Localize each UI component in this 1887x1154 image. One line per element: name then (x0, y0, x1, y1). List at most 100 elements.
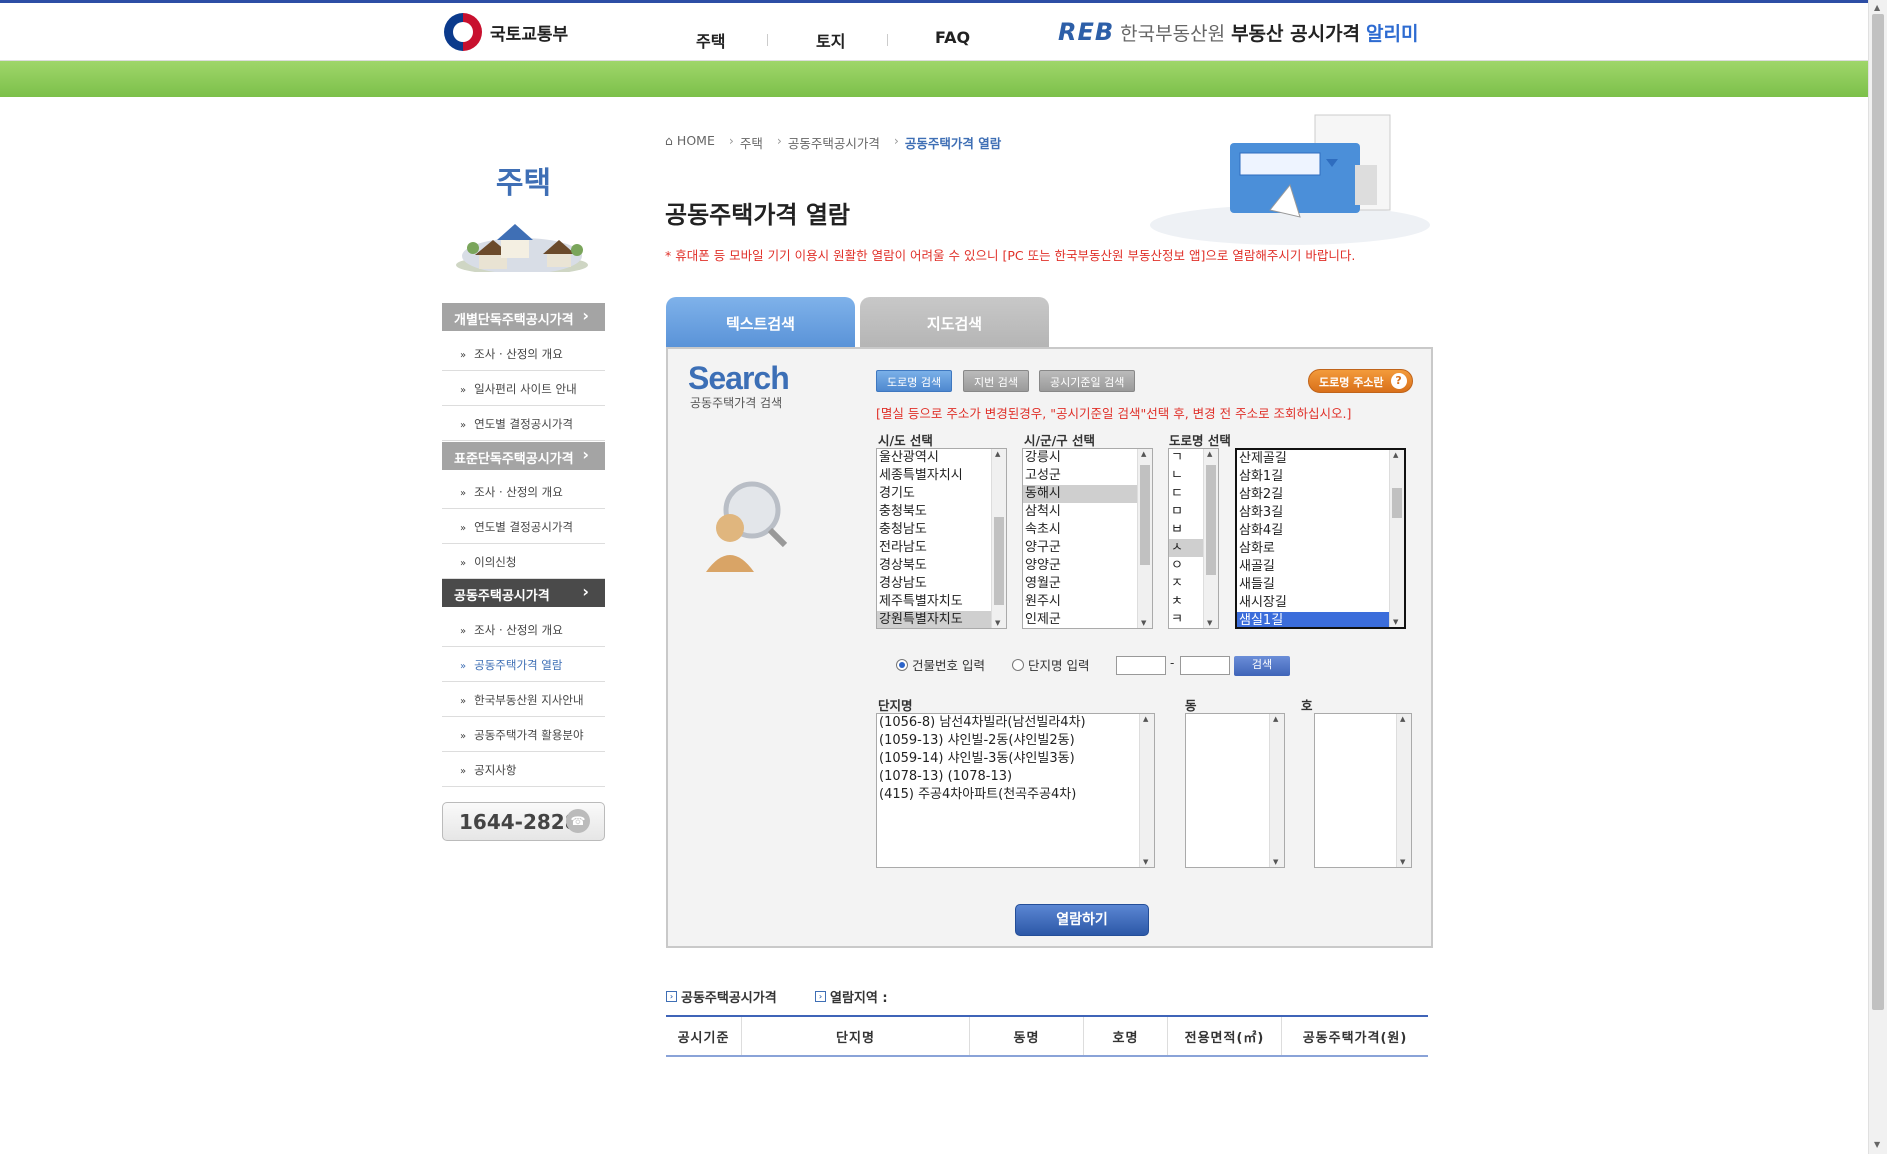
listbox-scrollbar[interactable]: ▲ ▼ (1203, 449, 1218, 628)
radio-building-number[interactable]: 건물번호 입력 (896, 655, 985, 674)
scroll-down-icon[interactable]: ▼ (1874, 1140, 1880, 1149)
sidebar-group-individual-house[interactable]: 개별단독주택공시가격 (442, 303, 605, 331)
list-option[interactable]: 삼화3길 (1237, 504, 1404, 522)
sidebar-item-ilsa-site[interactable]: 일사편리 사이트 안내 (442, 371, 605, 406)
ho-listbox[interactable]: ▲ ▼ (1314, 713, 1412, 868)
list-option[interactable]: 강원특별자치도 (877, 611, 1006, 628)
list-option[interactable]: 산제골길 (1237, 450, 1404, 468)
nav-faq[interactable]: FAQ (935, 28, 970, 47)
sidebar-group-apartment[interactable]: 공동주택공시가격 (442, 579, 605, 607)
list-option[interactable]: 새들길 (1237, 576, 1404, 594)
list-option[interactable]: 새시장길 (1237, 594, 1404, 612)
breadcrumb-apartment-price[interactable]: 공동주택공시가격 (788, 133, 880, 152)
listbox-scrollbar[interactable]: ▲ ▼ (991, 449, 1006, 628)
list-option[interactable]: 삼척시 (1023, 503, 1152, 521)
list-option[interactable]: 세종특별자치시 (877, 467, 1006, 485)
listbox-scrollbar[interactable]: ▲ ▼ (1396, 714, 1411, 867)
scroll-up-icon[interactable]: ▲ (1874, 3, 1880, 12)
tab-text-search[interactable]: 텍스트검색 (666, 297, 855, 347)
list-option[interactable]: 삼화1길 (1237, 468, 1404, 486)
reference-date-search-button[interactable]: 공시기준일 검색 (1039, 370, 1136, 392)
sidebar-item-notices[interactable]: 공지사항 (442, 752, 605, 787)
list-option[interactable]: 영월군 (1023, 575, 1152, 593)
list-option[interactable]: 고성군 (1023, 467, 1152, 485)
sidebar-item-branch-info[interactable]: 한국부동산원 지사안내 (442, 682, 605, 717)
list-option[interactable]: 강릉시 (1023, 449, 1152, 467)
nav-land[interactable]: 토지 (816, 28, 845, 52)
building-number-sub-input[interactable] (1180, 656, 1230, 675)
road-name-search-button[interactable]: 도로명 검색 (876, 370, 953, 392)
road-address-info-button[interactable]: 도로명 주소란 ? (1308, 369, 1413, 393)
list-option[interactable]: 경상남도 (877, 575, 1006, 593)
tab-map-search[interactable]: 지도검색 (860, 297, 1049, 347)
list-option[interactable]: 양양군 (1023, 557, 1152, 575)
list-option[interactable]: 삼화로 (1237, 540, 1404, 558)
houses-illustration (456, 224, 588, 272)
sidebar-item-survey-overview[interactable]: 조사 · 산정의 개요 (442, 474, 605, 509)
results-table-header: 공시기준 단지명 동명 호명 전용면적(㎡) 공동주택가격(원) (666, 1015, 1428, 1057)
column-header: 호명 (1084, 1017, 1168, 1055)
list-option[interactable]: 충청남도 (877, 521, 1006, 539)
list-option[interactable]: 속초시 (1023, 521, 1152, 539)
list-option[interactable]: 원주시 (1023, 593, 1152, 611)
ministry-name: 국토교통부 (490, 24, 569, 45)
breadcrumb-home[interactable]: ⌂ HOME (665, 133, 715, 152)
list-option[interactable]: 삼화2길 (1237, 486, 1404, 504)
sidebar-item-survey-overview[interactable]: 조사 · 산정의 개요 (442, 336, 605, 371)
page-title: 공동주택가격 열람 (665, 201, 850, 229)
radio-button[interactable] (896, 658, 908, 671)
sidebar-group-standard-house[interactable]: 표준단독주택공시가격 (442, 442, 605, 470)
list-option[interactable]: 경상북도 (877, 557, 1006, 575)
list-option[interactable]: 삼화4길 (1237, 522, 1404, 540)
radio-complex-name[interactable]: 단지명 입력 (1012, 655, 1089, 674)
road-name-listbox[interactable]: 산제골길 삼화1길 삼화2길 삼화3길 삼화4길 삼화로 새골길 새들길 새시장길 샘실1길 ▲ ▼ (1235, 448, 1406, 629)
list-option[interactable]: 충청북도 (877, 503, 1006, 521)
list-option[interactable]: (1059-13) 샤인빌-2동(샤인빌2동) (877, 732, 1154, 750)
list-option[interactable]: (415) 주공4차아파트(천곡주공4차) (877, 786, 1154, 804)
listbox-scrollbar[interactable]: ▲ ▼ (1139, 714, 1154, 867)
site-header (0, 3, 1868, 61)
sidebar-item-objection[interactable]: 이의신청 (442, 544, 605, 579)
sido-listbox[interactable]: 울산광역시 세종특별자치시 경기도 충청북도 충청남도 전라남도 경상북도 경상남도 제주특별자… (876, 448, 1007, 629)
list-option[interactable]: 새골길 (1237, 558, 1404, 576)
list-option[interactable]: 동해시 (1023, 485, 1152, 503)
sidebar-item-yearly-price[interactable]: 연도별 결정공시가격 (442, 406, 605, 441)
sidebar-item-survey-overview[interactable]: 조사 · 산정의 개요 (442, 612, 605, 647)
search-button[interactable]: 검색 (1234, 656, 1290, 676)
sidebar-item-price-usage[interactable]: 공동주택가격 활용분야 (442, 717, 605, 752)
list-option[interactable]: 경기도 (877, 485, 1006, 503)
sigungu-listbox[interactable]: 강릉시 고성군 동해시 삼척시 속초시 양구군 양양군 영월군 원주시 인제군 ▲ ▼ (1022, 448, 1153, 629)
list-option[interactable]: 울산광역시 (877, 449, 1006, 467)
building-number-main-input[interactable] (1116, 656, 1166, 675)
list-option[interactable]: 전라남도 (877, 539, 1006, 557)
lot-number-search-button[interactable]: 지번 검색 (963, 370, 1029, 392)
reb-service-logo[interactable]: REB 한국부동산원 부동산 공시가격 알리미 (1058, 18, 1419, 46)
list-option[interactable]: 샘실1길 (1237, 612, 1404, 627)
result-region: › 열람지역 : (815, 987, 888, 1006)
list-option[interactable]: (1056-8) 남선4차빌라(남선빌라4차) (877, 714, 1154, 732)
nav-divider (887, 34, 888, 46)
dong-listbox[interactable]: ▲ ▼ (1185, 713, 1285, 868)
ministry-logo[interactable]: 국토교통부 (444, 12, 584, 52)
road-initial-listbox[interactable]: ㄱㄴㄷㅁㅂㅅㅇㅈㅊㅋ ▲ ▼ (1168, 448, 1219, 629)
taegeuk-emblem-icon (444, 13, 482, 51)
list-option[interactable]: (1059-14) 샤인빌-3동(샤인빌3동) (877, 750, 1154, 768)
list-option[interactable]: (1078-13) (1078-13) (877, 768, 1154, 786)
nav-housing[interactable]: 주택 (696, 28, 725, 52)
sidebar-item-yearly-price[interactable]: 연도별 결정공시가격 (442, 509, 605, 544)
phone-number: 1644-2828 (459, 810, 579, 834)
scrollbar-thumb[interactable] (1872, 14, 1884, 1010)
listbox-scrollbar[interactable]: ▲ ▼ (1137, 449, 1152, 628)
list-option[interactable]: 양구군 (1023, 539, 1152, 557)
page-scrollbar[interactable]: ▲ ▼ (1868, 0, 1887, 1154)
complex-listbox[interactable]: (1056-8) 남선4차빌라(남선빌라4차) (1059-13) 샤인빌-2동(… (876, 713, 1155, 868)
listbox-scrollbar[interactable]: ▲ ▼ (1269, 714, 1284, 867)
service-highlight: 알리미 (1366, 22, 1419, 45)
list-option[interactable]: 제주특별자치도 (877, 593, 1006, 611)
sidebar-item-apartment-price-view[interactable]: 공동주택가격 열람 (442, 647, 605, 682)
view-button[interactable]: 열람하기 (1015, 904, 1149, 936)
list-option[interactable]: 인제군 (1023, 611, 1152, 628)
radio-button[interactable] (1012, 658, 1024, 671)
breadcrumb-housing[interactable]: 주택 (740, 133, 763, 152)
listbox-scrollbar[interactable]: ▲ ▼ (1389, 450, 1404, 627)
